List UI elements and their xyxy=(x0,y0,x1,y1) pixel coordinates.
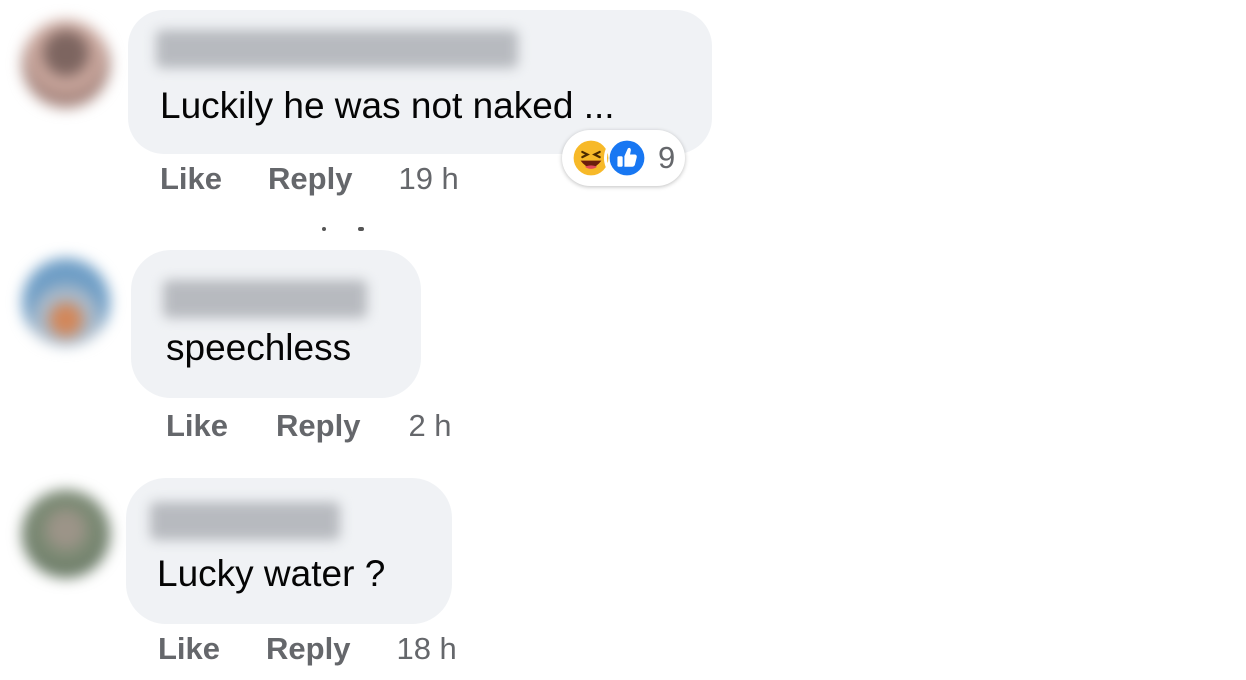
comment-actions: Like Reply 19 h xyxy=(160,161,459,197)
reply-button[interactable]: Reply xyxy=(276,408,360,444)
reply-button[interactable]: Reply xyxy=(268,161,352,197)
comment-actions: Like Reply 2 h xyxy=(166,408,452,444)
timestamp[interactable]: 18 h xyxy=(396,631,456,667)
like-icon xyxy=(604,135,650,181)
comment-text: Lucky water ? xyxy=(157,553,386,594)
author-name-redacted[interactable] xyxy=(156,30,518,68)
avatar[interactable] xyxy=(22,258,110,346)
reply-button[interactable]: Reply xyxy=(266,631,350,667)
like-button[interactable]: Like xyxy=(166,408,228,444)
author-name-redacted[interactable] xyxy=(150,502,340,540)
like-button[interactable]: Like xyxy=(160,161,222,197)
timestamp[interactable]: 2 h xyxy=(408,408,451,444)
comment-bubble: speechless xyxy=(131,250,421,398)
author-name-redacted[interactable] xyxy=(163,280,367,318)
reaction-summary[interactable]: 9 xyxy=(562,130,686,186)
like-button[interactable]: Like xyxy=(158,631,220,667)
timestamp[interactable]: 19 h xyxy=(398,161,458,197)
reaction-count: 9 xyxy=(658,140,676,175)
comment-bubble: Lucky water ? xyxy=(126,478,452,624)
divider-mark xyxy=(358,227,364,231)
comment-text: speechless xyxy=(166,327,352,368)
comment-actions: Like Reply 18 h xyxy=(158,631,457,667)
comment-text: Luckily he was not naked ... xyxy=(160,85,615,126)
divider-mark xyxy=(322,227,326,231)
avatar[interactable] xyxy=(22,490,110,578)
avatar[interactable] xyxy=(22,20,110,108)
